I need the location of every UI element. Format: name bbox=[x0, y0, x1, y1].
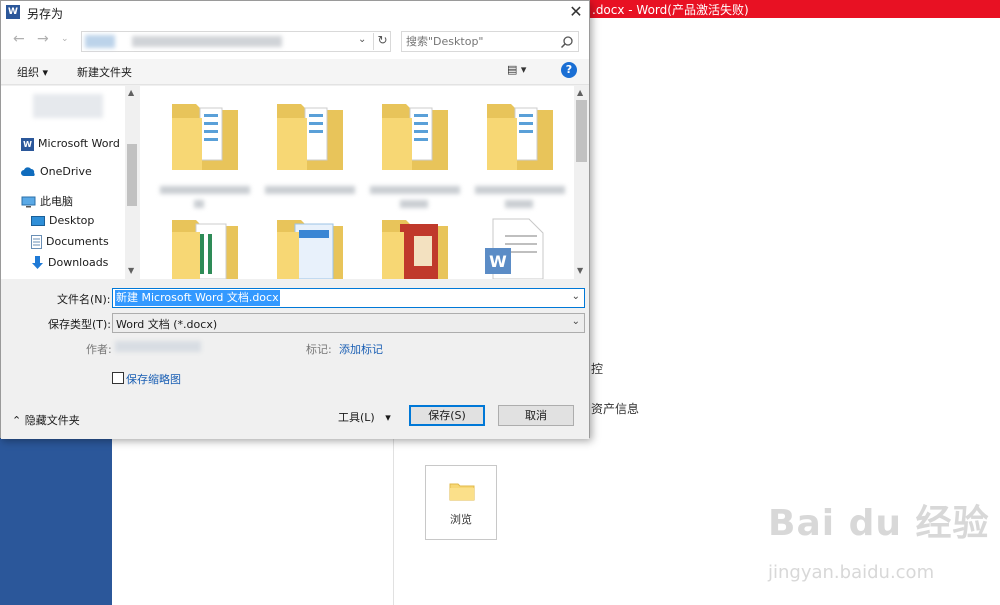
scroll-up-icon[interactable]: ▲ bbox=[128, 88, 134, 97]
nav-scrollbar[interactable]: ▲ ▼ bbox=[125, 86, 139, 279]
dialog-title-bar: W 另存为 ✕ bbox=[1, 1, 589, 23]
folder-item[interactable] bbox=[160, 218, 250, 282]
folder-item[interactable] bbox=[265, 94, 355, 194]
filename-value[interactable]: 新建 Microsoft Word 文档.docx bbox=[115, 290, 280, 306]
folder-item[interactable] bbox=[475, 94, 565, 208]
word-icon: W bbox=[21, 137, 34, 151]
scroll-up-icon[interactable]: ▲ bbox=[577, 88, 583, 97]
save-thumbnail-label[interactable]: 保存缩略图 bbox=[126, 371, 181, 387]
organize-menu-button[interactable]: 组织 ▾ bbox=[17, 64, 48, 80]
recent-dropdown-icon[interactable]: ⌄ bbox=[61, 34, 69, 44]
search-icon[interactable] bbox=[560, 35, 574, 49]
word-divider bbox=[393, 438, 394, 605]
svg-text:W: W bbox=[489, 252, 507, 271]
nav-item-onedrive[interactable]: OneDrive bbox=[21, 165, 92, 178]
word-peek-text: 控 bbox=[591, 362, 604, 376]
save-as-dialog: W 另存为 ✕ ← → ⌄ ⌄ ↻ 组织 ▾ 新建文件夹 ▤ ▾ ? bbox=[0, 0, 590, 439]
nav-item-documents[interactable]: Documents bbox=[31, 235, 109, 249]
desktop-icon bbox=[31, 215, 45, 226]
word-document-item[interactable]: W bbox=[475, 218, 565, 282]
filename-label: 文件名(N): bbox=[57, 293, 111, 306]
documents-icon bbox=[31, 235, 42, 249]
scroll-down-icon[interactable]: ▼ bbox=[128, 266, 134, 275]
add-tags-link[interactable]: 添加标记 bbox=[339, 341, 383, 357]
word-peek-text: 资产信息 bbox=[591, 402, 640, 416]
refresh-icon[interactable]: ↻ bbox=[373, 33, 391, 50]
folder-icon bbox=[487, 104, 553, 170]
view-options-button[interactable]: ▤ ▾ bbox=[507, 63, 526, 76]
folder-icon bbox=[449, 483, 475, 501]
scroll-down-icon[interactable]: ▼ bbox=[577, 266, 583, 275]
chevron-down-icon[interactable]: ⌄ bbox=[572, 316, 580, 327]
chevron-down-icon[interactable]: ⌄ bbox=[572, 291, 580, 302]
filetype-value: Word 文档 (*.docx) bbox=[116, 318, 218, 331]
file-list-pane: W ▲ ▼ bbox=[140, 86, 589, 282]
folder-item[interactable] bbox=[370, 94, 460, 208]
cloud-icon bbox=[21, 167, 35, 176]
save-thumbnail-checkbox[interactable] bbox=[112, 372, 124, 384]
address-breadcrumb[interactable]: ⌄ ↻ bbox=[81, 31, 391, 52]
folder-icon bbox=[277, 104, 343, 170]
back-arrow-icon[interactable]: ← bbox=[13, 31, 25, 47]
close-icon[interactable]: ✕ bbox=[563, 1, 589, 23]
word-app-icon: W bbox=[6, 5, 20, 19]
nav-item-desktop[interactable]: Desktop bbox=[31, 214, 94, 227]
filetype-select[interactable]: Word 文档 (*.docx) ⌄ bbox=[112, 313, 585, 333]
forward-arrow-icon[interactable]: → bbox=[37, 31, 49, 47]
author-label: 作者: bbox=[86, 343, 112, 356]
save-fields-panel: 文件名(N): 新建 Microsoft Word 文档.docx ⌄ 保存类型… bbox=[1, 279, 589, 439]
dialog-title: 另存为 bbox=[27, 7, 64, 21]
computer-icon bbox=[21, 196, 36, 208]
folder-item[interactable] bbox=[160, 94, 250, 208]
dialog-toolbar: 组织 ▾ 新建文件夹 ▤ ▾ ? bbox=[1, 59, 589, 85]
folder-icon bbox=[277, 220, 343, 280]
browse-label: 浏览 bbox=[450, 513, 472, 526]
file-scrollbar[interactable]: ▲ ▼ bbox=[574, 86, 589, 279]
navigation-pane: W Microsoft Word OneDrive 此电脑 Desktop Doc… bbox=[1, 86, 139, 279]
nav-scroll-thumb[interactable] bbox=[127, 144, 137, 206]
chevron-up-icon: ⌃ bbox=[12, 414, 22, 427]
address-bar-row: ← → ⌄ ⌄ ↻ bbox=[1, 23, 589, 59]
cancel-button[interactable]: 取消 bbox=[498, 405, 574, 426]
watermark-logo: Bai du 经验 bbox=[768, 503, 990, 544]
search-box[interactable] bbox=[401, 31, 579, 52]
tags-label: 标记: bbox=[306, 343, 332, 356]
watermark-url: jingyan.baidu.com bbox=[768, 562, 935, 583]
hide-folders-toggle[interactable]: ⌃ 隐藏文件夹 bbox=[12, 412, 80, 428]
file-scroll-thumb[interactable] bbox=[576, 100, 587, 162]
search-input[interactable] bbox=[406, 34, 556, 49]
folder-icon bbox=[382, 104, 448, 170]
folder-icon bbox=[172, 104, 238, 170]
download-icon bbox=[32, 256, 43, 269]
view-icon: ▤ bbox=[507, 63, 518, 76]
nav-item-this-pc[interactable]: 此电脑 bbox=[21, 193, 73, 209]
chevron-down-icon: ▾ bbox=[520, 63, 527, 76]
browse-button[interactable]: 浏览 bbox=[425, 465, 497, 540]
folder-icon bbox=[382, 220, 448, 279]
folder-item[interactable] bbox=[265, 218, 355, 282]
folder-icon bbox=[172, 220, 238, 280]
nav-item-microsoft-word[interactable]: W Microsoft Word bbox=[21, 137, 120, 151]
tools-menu-button[interactable]: 工具(L) ▾ bbox=[338, 409, 391, 425]
filetype-label: 保存类型(T): bbox=[48, 318, 112, 331]
word-document-icon: W bbox=[485, 218, 544, 280]
word-backstage-sidebar bbox=[0, 438, 112, 605]
nav-item-downloads[interactable]: Downloads bbox=[31, 256, 108, 270]
filename-field[interactable]: 新建 Microsoft Word 文档.docx ⌄ bbox=[112, 288, 585, 308]
help-icon[interactable]: ? bbox=[561, 62, 577, 78]
save-button[interactable]: 保存(S) bbox=[409, 405, 485, 426]
folder-item[interactable] bbox=[370, 218, 460, 282]
chevron-down-icon: ▾ bbox=[385, 411, 391, 424]
word-window-title: .docx - Word(产品激活失败) bbox=[592, 3, 749, 17]
chevron-down-icon[interactable]: ⌄ bbox=[358, 34, 366, 45]
new-folder-button[interactable]: 新建文件夹 bbox=[77, 64, 132, 80]
